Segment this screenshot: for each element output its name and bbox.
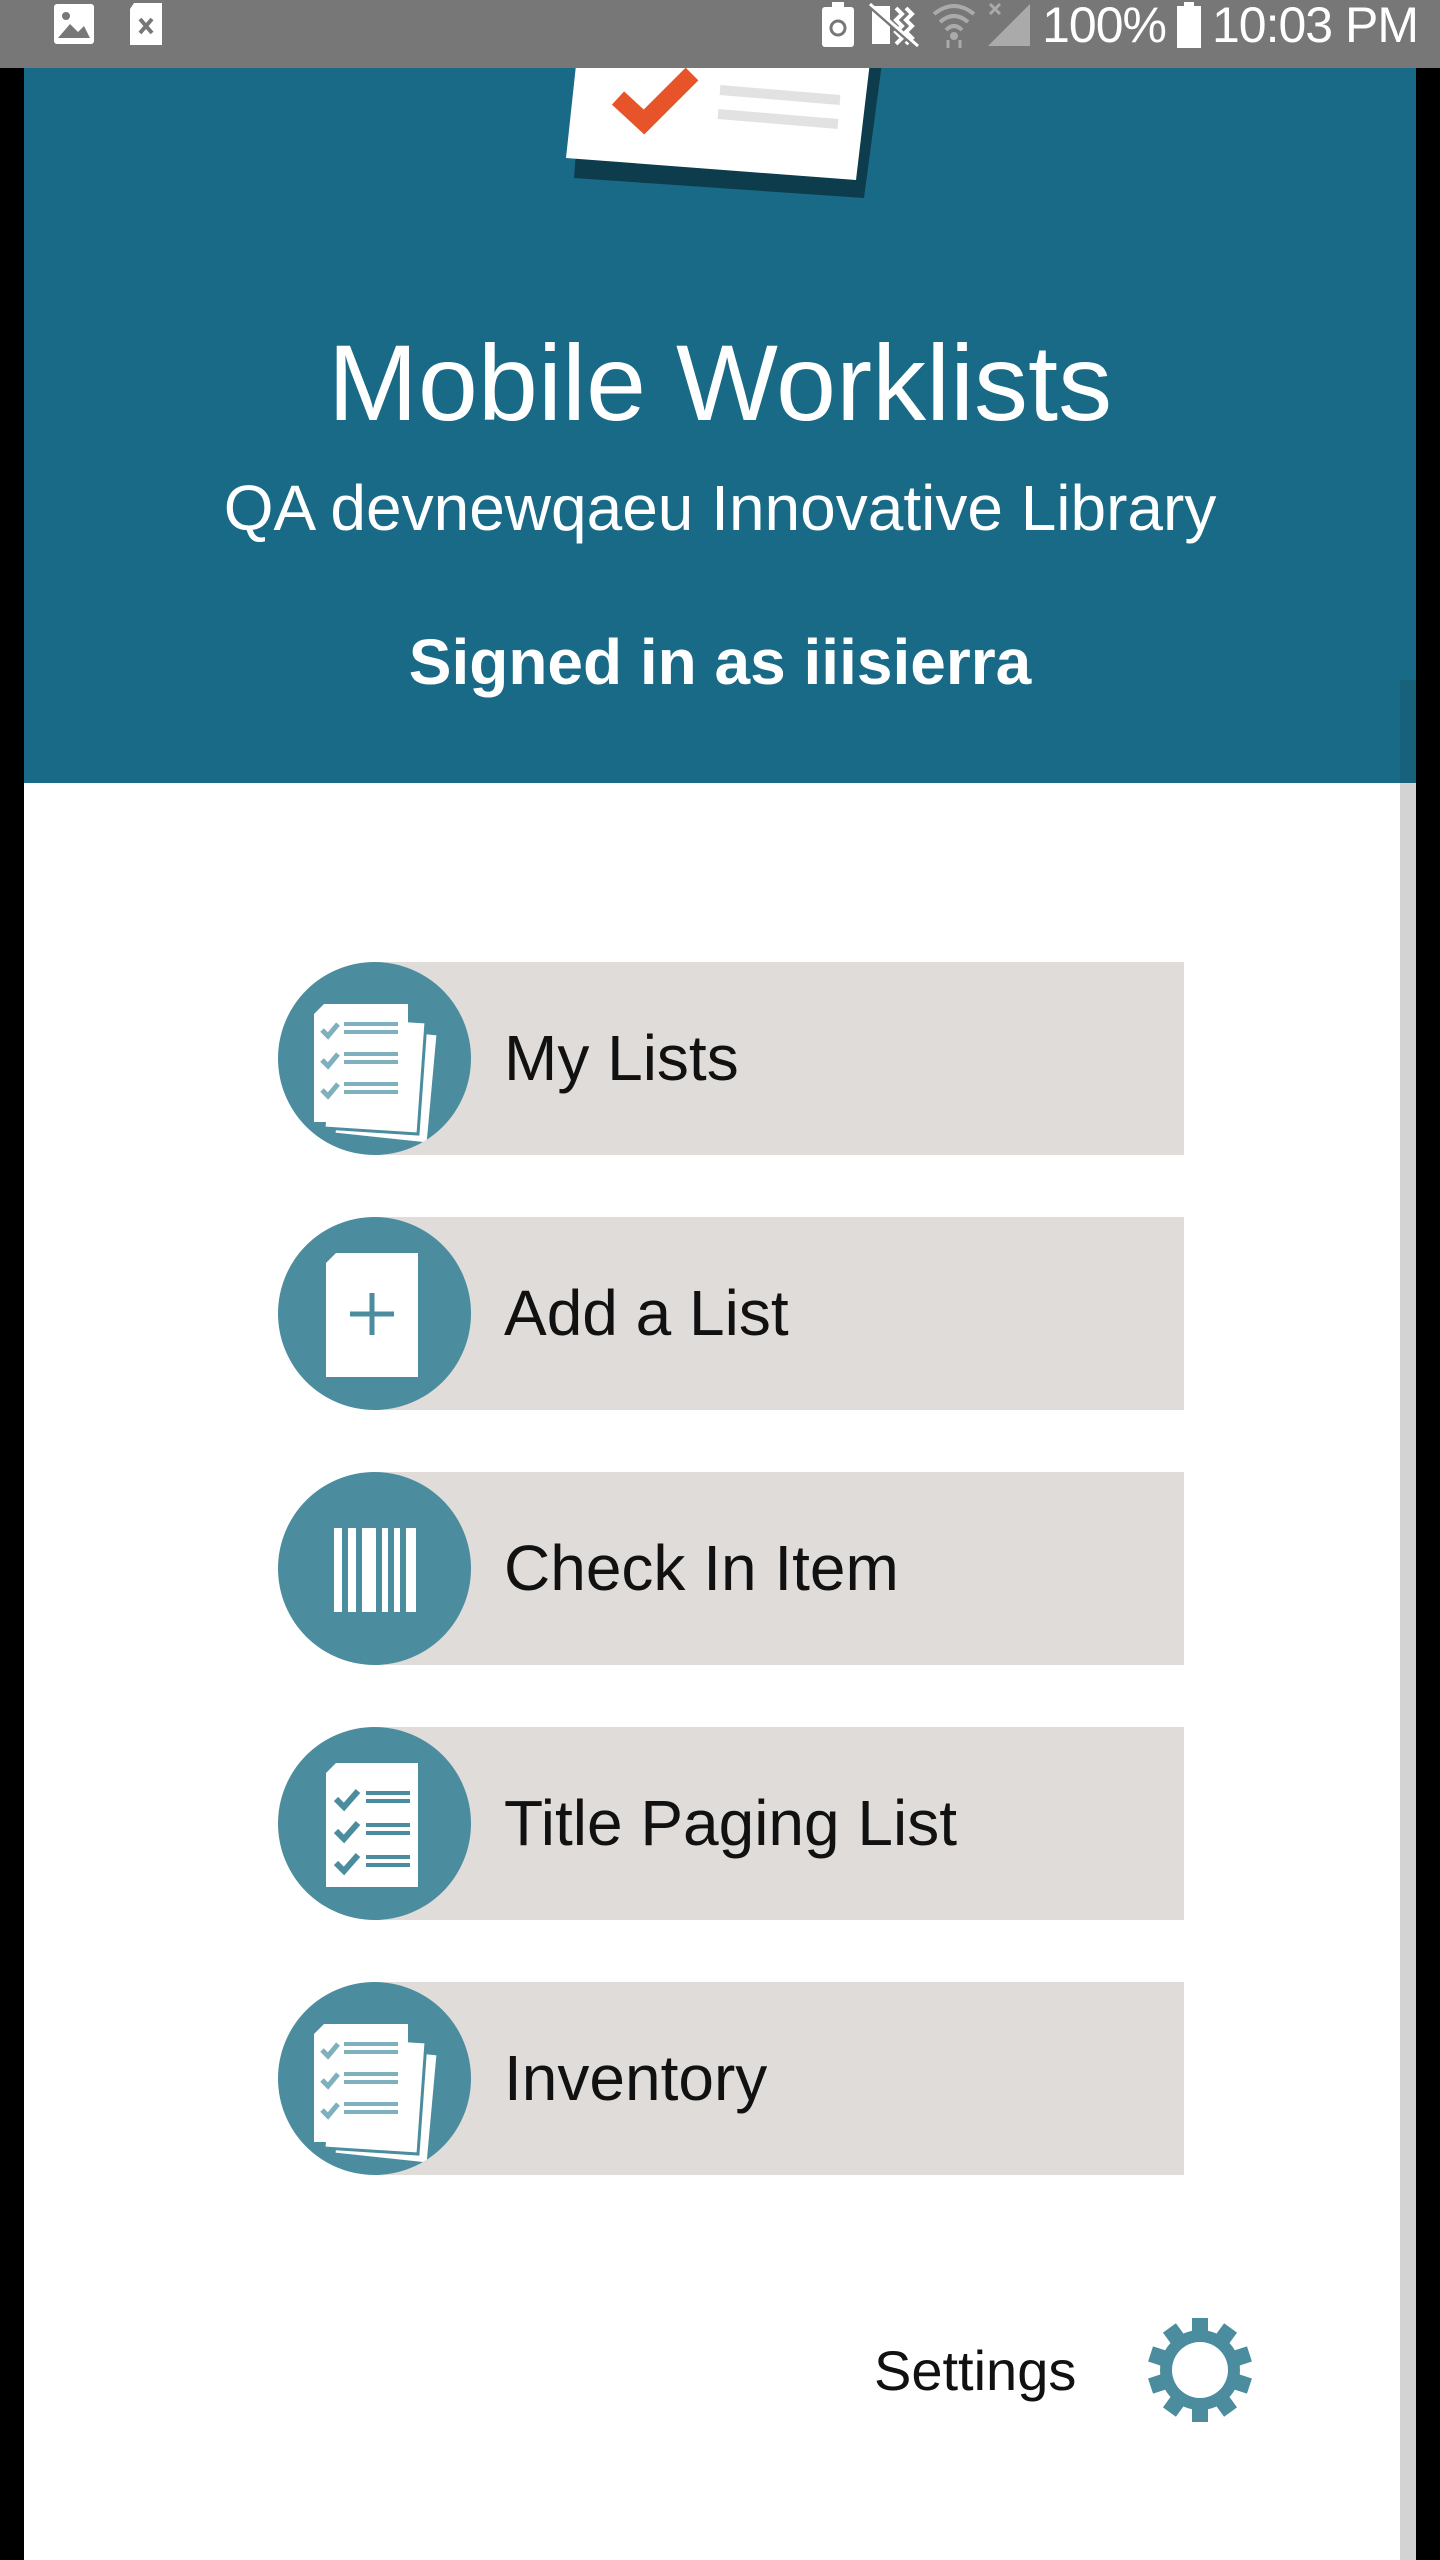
app-screen: Mobile Worklists QA devnewqaeu Innovativ… — [24, 68, 1416, 2560]
battery-saver-icon — [822, 2, 855, 47]
image-notification-icon — [54, 4, 94, 44]
add-a-list-button[interactable]: Add a List — [278, 1217, 1184, 1410]
header: Mobile Worklists QA devnewqaeu Innovativ… — [24, 68, 1416, 783]
stacked-checklist-icon — [278, 1982, 471, 2175]
title-paging-list-label: Title Paging List — [504, 1787, 957, 1859]
settings-label: Settings — [874, 2338, 1077, 2402]
clock: 10:03 PM — [1211, 0, 1419, 53]
sd-card-error-icon — [130, 3, 162, 45]
inventory-button[interactable]: Inventory — [278, 1982, 1184, 2175]
settings-button[interactable]: Settings — [874, 2315, 1253, 2425]
scrollbar-track[interactable] — [1400, 680, 1416, 2560]
check-in-item-label: Check In Item — [504, 1532, 899, 1604]
my-lists-button[interactable]: My Lists — [278, 962, 1184, 1155]
vibrate-mute-icon — [866, 2, 920, 48]
status-bar: 100% 10:03 PM — [0, 0, 1440, 68]
main-menu: My Lists Add a List Check In Item Title … — [278, 962, 1184, 2237]
checklist-document-icon — [566, 68, 882, 198]
stacked-checklist-icon — [278, 962, 471, 1155]
check-in-item-button[interactable]: Check In Item — [278, 1472, 1184, 1665]
app-title: Mobile Worklists — [327, 322, 1113, 443]
no-signal-icon — [988, 2, 1031, 46]
barcode-icon — [278, 1472, 471, 1665]
library-name: QA devnewqaeu Innovative Library — [223, 472, 1217, 544]
add-a-list-label: Add a List — [504, 1277, 789, 1349]
battery-percent: 100% — [1042, 0, 1167, 53]
my-lists-label: My Lists — [504, 1022, 739, 1094]
battery-icon — [1176, 2, 1201, 48]
checklist-icon — [278, 1727, 471, 1920]
signed-in-user: Signed in as iiisierra — [408, 626, 1032, 698]
title-paging-list-button[interactable]: Title Paging List — [278, 1727, 1184, 1920]
scrollbar-thumb[interactable] — [1400, 680, 1416, 783]
gear-icon[interactable] — [1148, 2318, 1253, 2422]
wifi-icon — [932, 4, 976, 48]
inventory-label: Inventory — [504, 2042, 768, 2114]
add-document-icon — [278, 1217, 471, 1410]
